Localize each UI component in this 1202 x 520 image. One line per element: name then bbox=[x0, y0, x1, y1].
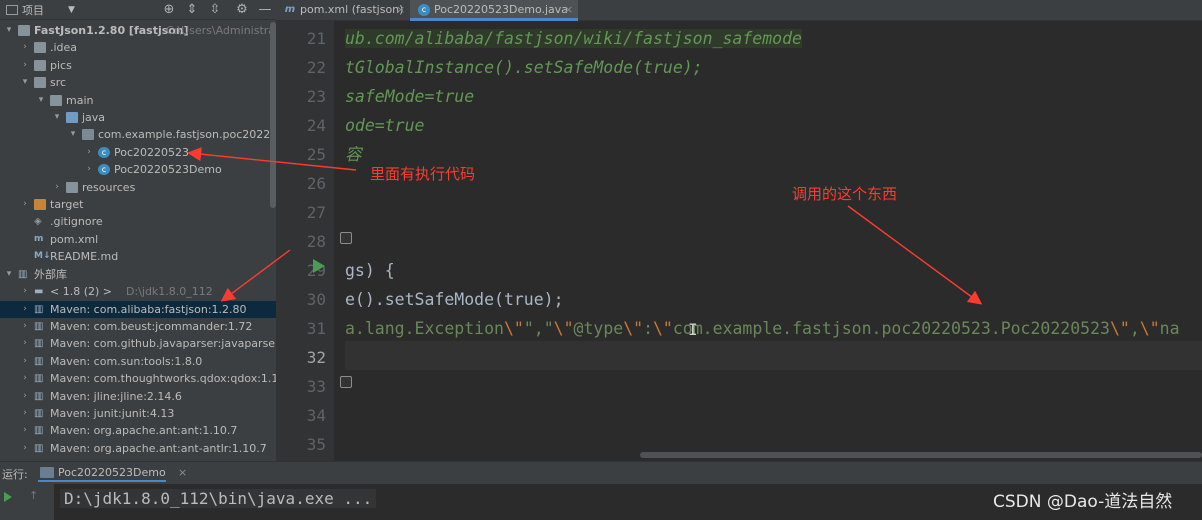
arrow-to-code-call bbox=[847, 205, 983, 305]
annotation-note-right: 调用的这个东西 bbox=[792, 185, 898, 203]
annotation-note-left: 里面有执行代码 bbox=[370, 165, 476, 183]
arrow-to-fastjson-lib bbox=[220, 249, 291, 302]
arrow-to-poc20220523 bbox=[187, 147, 357, 171]
annotation-arrows bbox=[187, 147, 983, 305]
